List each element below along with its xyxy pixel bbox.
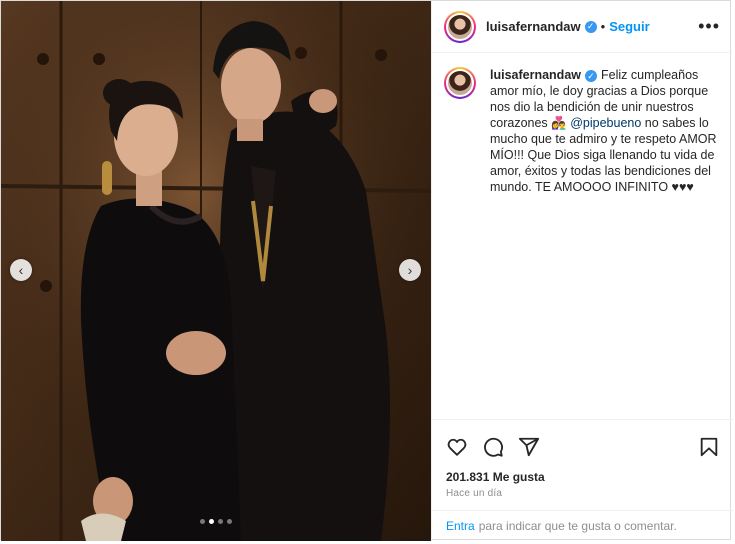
post-details-pane: luisafernandaw ✓ • Seguir ••• luisaferna… — [431, 1, 733, 541]
like-count[interactable]: 201.831 Me gusta — [446, 470, 545, 484]
carousel-prev-button[interactable]: ‹ — [10, 259, 32, 281]
verified-icon: ✓ — [585, 70, 597, 82]
carousel-dot — [227, 519, 232, 524]
post-caption: luisafernandaw ✓ Feliz cumpleaños amor mío… — [444, 67, 722, 195]
photo-illustration — [1, 1, 431, 541]
carousel-dot — [218, 519, 223, 524]
post-photo[interactable]: ‹ › — [1, 1, 431, 541]
hearts-emoji: ♥♥♥ — [671, 180, 694, 194]
comment-icon — [484, 437, 503, 457]
more-options-icon[interactable]: ••• — [698, 16, 720, 37]
save-button[interactable] — [699, 436, 719, 458]
login-prompt-text: para indicar que te gusta o comentar. — [478, 519, 677, 533]
heart-icon — [447, 438, 467, 456]
avatar[interactable] — [444, 10, 476, 43]
verified-icon: ✓ — [584, 20, 597, 33]
comment-button[interactable] — [482, 436, 504, 458]
caption-text: luisafernandaw ✓ Feliz cumpleaños amor mío… — [490, 67, 722, 195]
action-bar — [432, 419, 733, 463]
caption-username[interactable]: luisafernandaw — [490, 68, 581, 82]
caption-avatar[interactable] — [444, 67, 476, 99]
carousel-dot — [200, 519, 205, 524]
post-dialog: ‹ › luisafernandaw ✓ • Seguir ••• luisaf… — [0, 0, 733, 541]
post-header: luisafernandaw ✓ • Seguir ••• — [432, 1, 732, 53]
follow-button[interactable]: Seguir — [609, 19, 649, 34]
carousel-indicator — [200, 519, 232, 524]
carousel-dot-active — [209, 519, 214, 524]
login-link[interactable]: Entra — [446, 519, 475, 533]
mention-link[interactable]: @pipebueno — [570, 116, 641, 130]
share-icon — [518, 437, 540, 456]
separator-dot: • — [600, 19, 606, 34]
post-timestamp[interactable]: Hace un día — [446, 488, 502, 499]
bookmark-icon — [700, 437, 718, 456]
chevron-left-icon: ‹ — [18, 262, 24, 278]
like-button[interactable] — [446, 436, 468, 458]
chevron-right-icon: › — [407, 262, 413, 278]
share-button[interactable] — [518, 436, 540, 458]
carousel-next-button[interactable]: › — [399, 259, 421, 281]
login-prompt: Entra para indicar que te gusta o coment… — [432, 510, 733, 541]
header-username[interactable]: luisafernandaw — [486, 19, 581, 34]
couple-emoji: 👩‍❤️‍👨 — [551, 116, 567, 130]
